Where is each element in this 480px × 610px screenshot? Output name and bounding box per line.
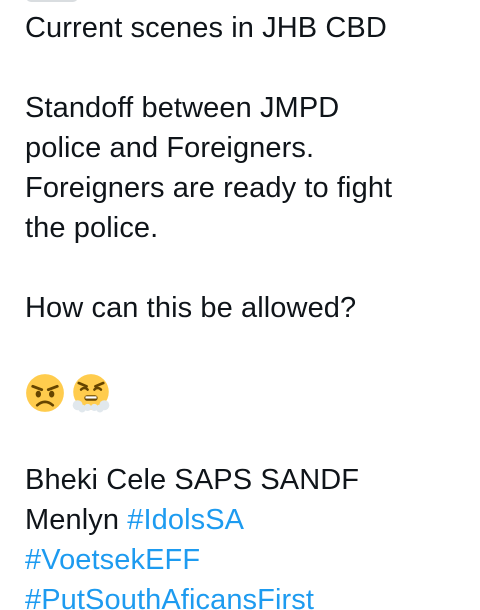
angry-face-emoji [26,374,64,412]
face-with-steam-from-nose-emoji [72,374,110,413]
hashtag-link-voetsekeff[interactable]: #VoetsekEFF [25,540,465,580]
tweet-line: police and Foreigners. [25,132,315,164]
tweet-line: How can this be allowed? [25,292,357,324]
cropped-element-fragment [26,0,78,2]
hashtag-link-putsouthaficansfirst[interactable]: #PutSouthAficansFirst [25,580,465,610]
hashtag-link-idolssa[interactable]: #IdolsSA [127,504,244,536]
tweet-screenshot: Current scenes in JHB CBD Standoff betwe… [0,0,480,610]
emoji-row [25,370,465,416]
tweet-line: Foreigners are ready to fight [25,172,393,204]
tweet-line: the police. [25,212,159,244]
tweet-line: Bheki Cele SAPS SANDF [25,464,360,496]
tweet-line: Current scenes in JHB CBD [25,12,387,44]
paragraph-break [25,328,465,368]
tweet-text-fragment: Menlyn [25,504,128,536]
paragraph-break [25,420,465,460]
tweet-line: Menlyn #IdolsSA [25,500,465,540]
tweet-body: Current scenes in JHB CBD Standoff betwe… [25,8,465,610]
paragraph-break [25,48,465,88]
paragraph-break [25,248,465,288]
tweet-line: Standoff between JMPD [25,92,340,124]
